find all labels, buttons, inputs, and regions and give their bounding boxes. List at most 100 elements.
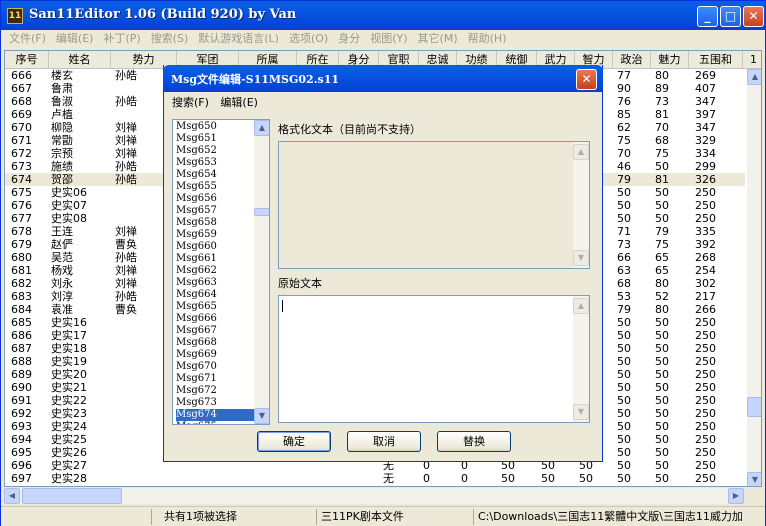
cell-name: 史实20: [51, 368, 87, 381]
message-list[interactable]: Msg650 Msg651 Msg652 Msg653 Msg654 Msg655 Msg6…: [172, 119, 270, 425]
cell-id: 674: [11, 173, 32, 186]
cell-id: 695: [11, 446, 32, 459]
cell-sum: 250: [695, 433, 716, 446]
cell-id: 667: [11, 82, 32, 95]
formatted-text-label: 格式化文本（目前尚不支持）: [278, 123, 421, 136]
menu-item-7[interactable]: 视图(Y): [365, 30, 412, 47]
scroll-down-arrow-icon[interactable]: ▼: [254, 408, 269, 424]
message-list-item[interactable]: Msg653: [176, 157, 256, 169]
cell-ml: 50: [655, 394, 669, 407]
table-horizontal-scrollbar[interactable]: ◀ ▶: [4, 488, 744, 504]
cell-name: 史实23: [51, 407, 87, 420]
message-list-item[interactable]: Msg657: [176, 205, 256, 217]
message-list-item[interactable]: Msg672: [176, 385, 256, 397]
message-list-item[interactable]: Msg666: [176, 313, 256, 325]
scroll-down-arrow-icon[interactable]: ▼: [747, 472, 761, 486]
message-list-item[interactable]: Msg662: [176, 265, 256, 277]
table-vertical-scrollbar[interactable]: ▲ ▼: [747, 69, 761, 486]
message-list-item[interactable]: Msg675: [176, 421, 256, 424]
message-list-item[interactable]: Msg667: [176, 325, 256, 337]
table-scroll-thumb[interactable]: [747, 397, 761, 417]
cell-zz: 68: [617, 277, 631, 290]
menu-item-4[interactable]: 默认游戏语言(L): [193, 30, 284, 47]
message-list-item[interactable]: Msg658: [176, 217, 256, 229]
column-header[interactable]: 姓名: [49, 51, 111, 69]
minimize-button[interactable]: _: [697, 6, 718, 27]
status-path: C:\Downloads\三国志11繁體中文版\三国志11威力加: [473, 509, 765, 525]
cell-sum: 266: [695, 303, 716, 316]
cell-name: 史实18: [51, 342, 87, 355]
message-list-item[interactable]: Msg656: [176, 193, 256, 205]
maximize-button[interactable]: □: [720, 6, 741, 27]
message-list-item[interactable]: Msg654: [176, 169, 256, 181]
message-list-item[interactable]: Msg665: [176, 301, 256, 313]
cell-id: 666: [11, 69, 32, 82]
message-list-item[interactable]: Msg663: [176, 277, 256, 289]
scroll-down-arrow-icon[interactable]: ▼: [573, 404, 589, 420]
column-header[interactable]: 1: [743, 51, 761, 69]
raw-text-area[interactable]: ▲ ▼: [278, 295, 590, 423]
message-list-item[interactable]: Msg671: [176, 373, 256, 385]
cell-name: 刘淳: [51, 290, 73, 303]
menu-item-0[interactable]: 文件(F): [4, 30, 51, 47]
cell-zz: 50: [617, 446, 631, 459]
message-list-item[interactable]: Msg655: [176, 181, 256, 193]
message-list-item[interactable]: Msg670: [176, 361, 256, 373]
menu-item-9[interactable]: 帮助(H): [463, 30, 512, 47]
scroll-left-arrow-icon[interactable]: ◀: [4, 488, 20, 504]
message-list-item[interactable]: Msg661: [176, 253, 256, 265]
close-icon: ✕: [581, 72, 592, 86]
menu-item-8[interactable]: 其它(M): [413, 30, 463, 47]
cell-ml: 81: [655, 108, 669, 121]
scroll-right-arrow-icon[interactable]: ▶: [728, 488, 744, 504]
column-header[interactable]: 序号: [5, 51, 49, 69]
table-hscroll-thumb[interactable]: [22, 488, 122, 504]
title-bar[interactable]: 11 San11Editor 1.06 (Build 920) by Van _…: [1, 1, 765, 30]
message-list-item[interactable]: Msg652: [176, 145, 256, 157]
cell-zz: 50: [617, 199, 631, 212]
menu-item-3[interactable]: 搜索(S): [146, 30, 194, 47]
raw-text-scrollbar[interactable]: ▲ ▼: [573, 296, 589, 422]
dialog-menu-edit[interactable]: 编辑(E): [216, 93, 262, 113]
message-list-item[interactable]: Msg664: [176, 289, 256, 301]
message-list-item[interactable]: Msg674: [176, 409, 256, 421]
message-list-item[interactable]: Msg673: [176, 397, 256, 409]
cell-ml: 50: [655, 342, 669, 355]
cell-ty: 50: [501, 472, 515, 485]
column-header[interactable]: 魅力: [651, 51, 689, 69]
dialog-close-button[interactable]: ✕: [576, 69, 597, 90]
ok-button[interactable]: 确定: [257, 431, 331, 452]
dialog-menu-search[interactable]: 搜索(F): [168, 93, 213, 113]
message-list-item[interactable]: Msg660: [176, 241, 256, 253]
message-list-item[interactable]: Msg659: [176, 229, 256, 241]
message-list-item[interactable]: Msg651: [176, 133, 256, 145]
cell-sum: 347: [695, 121, 716, 134]
message-list-scroll-thumb[interactable]: [254, 208, 269, 216]
scroll-up-arrow-icon[interactable]: ▲: [254, 120, 269, 136]
table-row[interactable]: 697 史实28 无 0 0 50 50 50 50 50 250: [5, 472, 745, 485]
dialog-title-bar[interactable]: Msg文件编辑-S11MSG02.s11 ✕: [163, 65, 603, 92]
scroll-up-arrow-icon[interactable]: ▲: [747, 69, 761, 85]
cell-zz: 50: [617, 407, 631, 420]
message-list-scrollbar[interactable]: ▲ ▼: [254, 120, 269, 424]
cell-id: 671: [11, 134, 32, 147]
menu-item-6[interactable]: 身分: [333, 30, 365, 47]
cancel-button[interactable]: 取消: [347, 431, 421, 452]
replace-button[interactable]: 替换: [437, 431, 511, 452]
scroll-up-arrow-icon[interactable]: ▲: [573, 298, 589, 314]
cell-zz: 50: [617, 368, 631, 381]
cell-id: 696: [11, 459, 32, 472]
close-button[interactable]: ✕: [743, 6, 764, 27]
message-list-item[interactable]: Msg650: [176, 121, 256, 133]
message-list-item[interactable]: Msg668: [176, 337, 256, 349]
menu-item-1[interactable]: 编辑(E): [51, 30, 99, 47]
cell-ml: 73: [655, 95, 669, 108]
column-header[interactable]: 五围和: [689, 51, 743, 69]
cell-name: 史实25: [51, 433, 87, 446]
cell-id: 668: [11, 95, 32, 108]
menu-item-5[interactable]: 选项(O): [284, 30, 333, 47]
status-filetype: 三11PK剧本文件: [316, 509, 473, 525]
message-list-item[interactable]: Msg669: [176, 349, 256, 361]
menu-item-2[interactable]: 补丁(P): [98, 30, 145, 47]
column-header[interactable]: 政治: [613, 51, 651, 69]
